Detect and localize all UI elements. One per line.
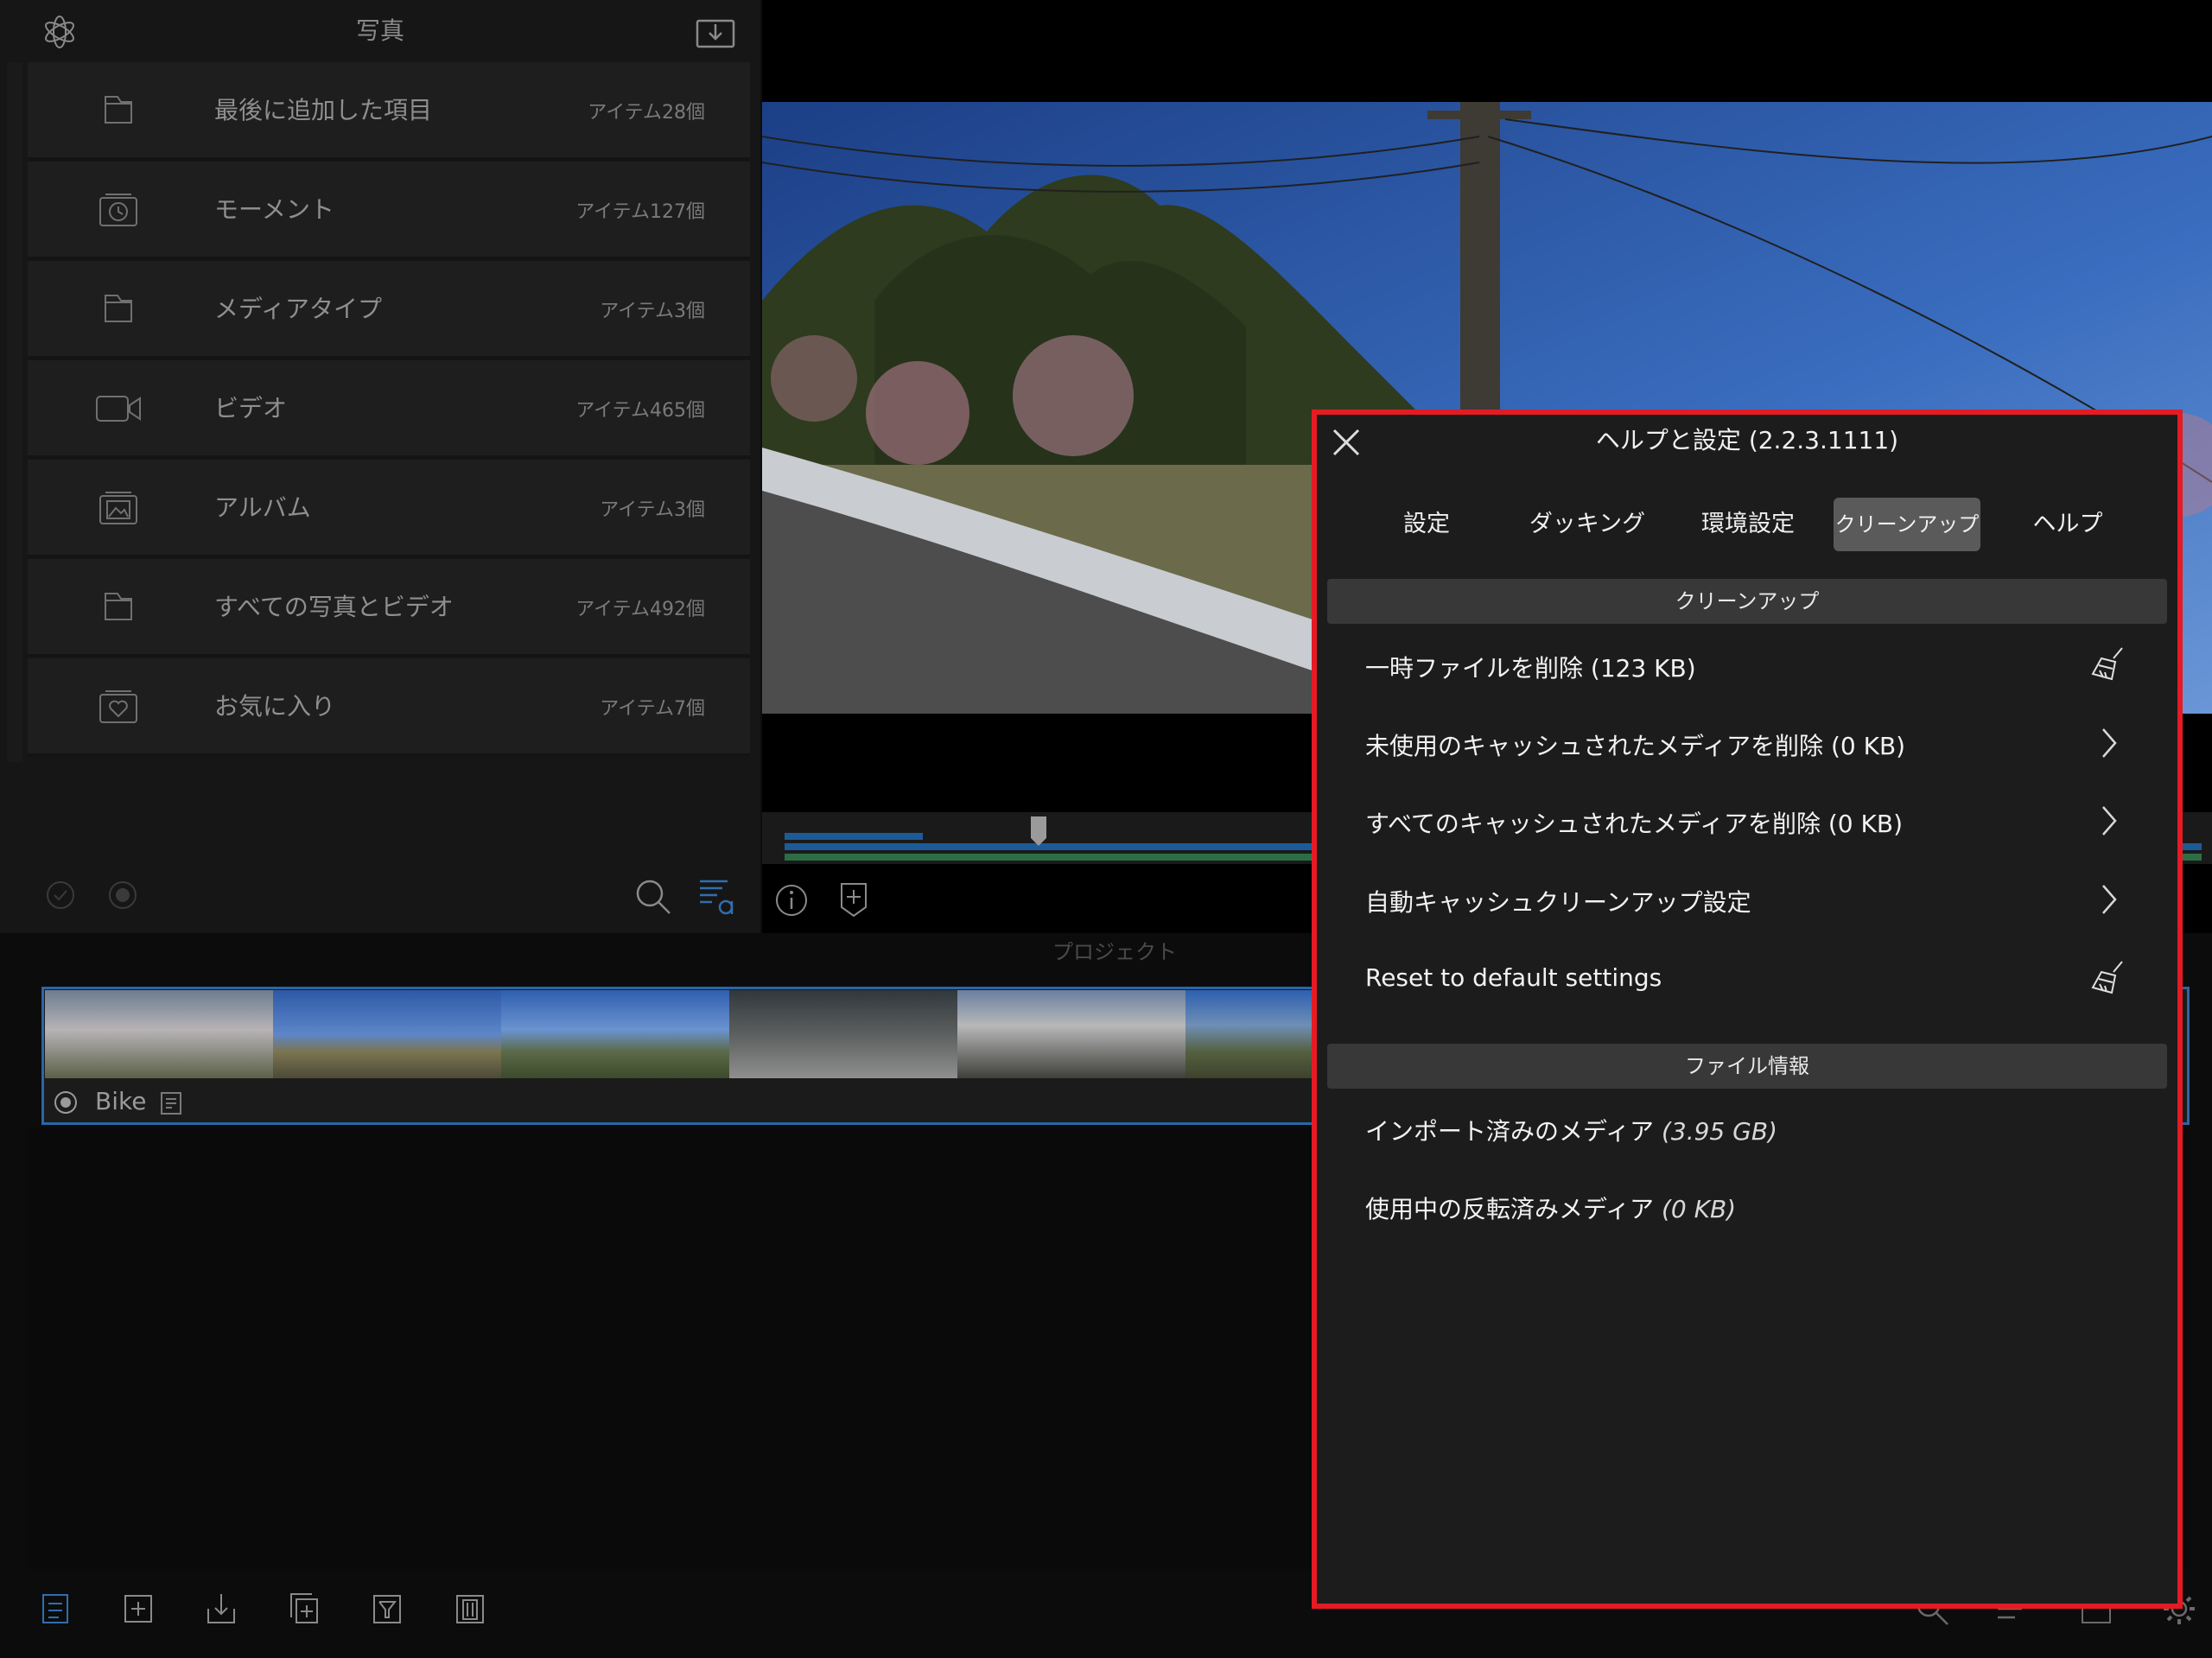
- tab-cleanup[interactable]: クリーンアップ: [1834, 498, 1980, 551]
- project-notes-icon[interactable]: [159, 1090, 183, 1116]
- folder-icon: [93, 588, 143, 626]
- imported-media-label: インポート済みのメディア: [1365, 1117, 1655, 1146]
- library-item-all-photos-videos[interactable]: すべての写真とビデオ アイテム492個: [28, 559, 750, 657]
- thumbnail: [45, 990, 273, 1078]
- import-project-icon[interactable]: [206, 1591, 237, 1626]
- thumbnail: [1185, 990, 1315, 1078]
- folder-icon: [93, 92, 143, 130]
- thumbnail: [501, 990, 729, 1078]
- library-item-recently-added[interactable]: 最後に追加した項目 アイテム28個: [28, 62, 750, 161]
- playhead-handle[interactable]: [1030, 816, 1047, 847]
- library-item-count: アイテム28個: [588, 102, 705, 124]
- cleanup-section-header: クリーンアップ: [1327, 579, 2167, 624]
- app-logo-icon[interactable]: [41, 14, 78, 50]
- chevron-right-icon[interactable]: [2098, 802, 2120, 840]
- folder-icon: [93, 290, 143, 328]
- library-item-count: アイテム3個: [600, 499, 705, 521]
- moments-icon: [93, 191, 143, 229]
- chevron-right-icon[interactable]: [2098, 880, 2120, 918]
- library-item-label: モーメント: [214, 195, 334, 224]
- project-thumbnails: [45, 990, 1315, 1078]
- library-item-moments[interactable]: モーメント アイテム127個: [28, 162, 750, 260]
- library-item-count: アイテム3個: [600, 301, 705, 322]
- imported-media-size: (3.95 GB): [1661, 1117, 1777, 1146]
- favorites-icon: [93, 688, 143, 726]
- library-item-favorites[interactable]: お気に入り アイテム7個: [28, 658, 750, 757]
- library-item-label: 最後に追加した項目: [214, 96, 433, 124]
- library-item-count: アイテム7個: [600, 698, 705, 720]
- reversed-media-info: 使用中の反転済みメディア (0 KB): [1365, 1191, 1736, 1225]
- library-item-count: アイテム492個: [575, 599, 705, 620]
- library-item-label: メディアタイプ: [214, 295, 383, 323]
- library-item-videos[interactable]: ビデオ アイテム465個: [28, 360, 750, 459]
- library-scroll-edge: [7, 62, 22, 762]
- chevron-right-icon[interactable]: [2098, 724, 2120, 762]
- delete-unused-cache-row[interactable]: 未使用のキャッシュされたメディアを削除 (0 KB): [1365, 727, 1905, 762]
- select-radio-icon[interactable]: [107, 880, 138, 911]
- library-item-label: ビデオ: [214, 394, 288, 422]
- new-project-icon[interactable]: [40, 1591, 71, 1626]
- add-marker-icon[interactable]: [838, 881, 869, 918]
- library-item-label: お気に入り: [214, 692, 336, 721]
- duplicate-icon[interactable]: [289, 1591, 320, 1626]
- library-item-count: アイテム127個: [575, 201, 705, 223]
- sort-icon[interactable]: [698, 876, 736, 918]
- delete-all-cache-row[interactable]: すべてのキャッシュされたメディアを削除 (0 KB): [1365, 805, 1903, 840]
- search-icon[interactable]: [634, 878, 672, 916]
- delete-temp-files-row[interactable]: 一時ファイルを削除 (123 KB): [1365, 650, 1696, 684]
- select-check-icon[interactable]: [45, 880, 76, 911]
- project-name: Bike: [95, 1087, 147, 1115]
- library-item-label: アルバム: [214, 493, 311, 522]
- tab-help[interactable]: ヘルプ: [1987, 498, 2148, 551]
- file-info-section-header: ファイル情報: [1327, 1044, 2167, 1089]
- video-camera-icon: [93, 390, 143, 428]
- reversed-media-label: 使用中の反転済みメディア: [1365, 1195, 1655, 1223]
- library-item-label: すべての写真とビデオ: [214, 593, 454, 621]
- tab-settings[interactable]: 設定: [1346, 498, 1507, 551]
- add-icon[interactable]: [123, 1591, 154, 1626]
- library-title: 写真: [355, 16, 404, 45]
- imported-media-info: インポート済みのメディア (3.95 GB): [1365, 1113, 1777, 1147]
- thumbnail: [273, 990, 501, 1078]
- import-icon[interactable]: [695, 16, 736, 50]
- trash-icon[interactable]: [454, 1591, 486, 1626]
- tab-ducking[interactable]: ダッキング: [1507, 498, 1668, 551]
- filter-icon[interactable]: [372, 1591, 403, 1626]
- broom-icon[interactable]: [2089, 958, 2127, 996]
- library-item-albums[interactable]: アルバム アイテム3個: [28, 460, 750, 558]
- album-icon: [93, 489, 143, 527]
- settings-title: ヘルプと設定 (2.2.3.1111): [1595, 426, 1899, 454]
- thumbnail: [957, 990, 1185, 1078]
- library-item-count: アイテム465個: [575, 400, 705, 422]
- reset-defaults-row[interactable]: Reset to default settings: [1365, 963, 1662, 992]
- auto-cache-cleanup-settings-row[interactable]: 自動キャッシュクリーンアップ設定: [1365, 884, 1751, 918]
- broom-icon[interactable]: [2089, 645, 2127, 683]
- thumbnail: [729, 990, 957, 1078]
- tab-preferences[interactable]: 環境設定: [1668, 498, 1828, 551]
- project-select-radio-icon[interactable]: [54, 1090, 78, 1115]
- library-item-media-types[interactable]: メディアタイプ アイテム3個: [28, 261, 750, 359]
- reversed-media-size: (0 KB): [1661, 1195, 1737, 1223]
- info-icon[interactable]: [774, 883, 809, 918]
